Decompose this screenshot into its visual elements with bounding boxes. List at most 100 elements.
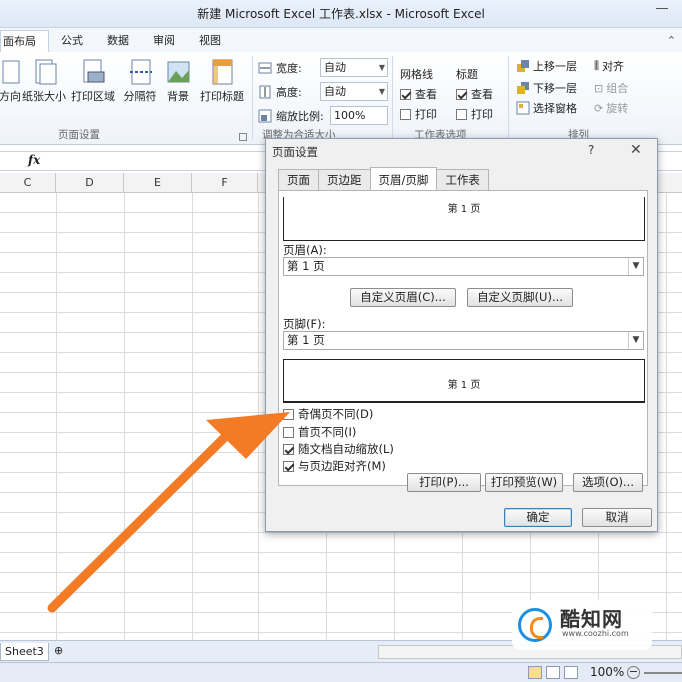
gridlines-label: 网格线 xyxy=(400,68,433,81)
option-label: 随文档自动缩放(L) xyxy=(298,442,394,456)
sheet-tab[interactable]: Sheet3 xyxy=(0,643,49,661)
gridlines-print-checkbox[interactable]: 打印 xyxy=(400,104,437,124)
print-area-icon xyxy=(83,59,105,83)
separator xyxy=(508,56,509,140)
group-label: 组合 xyxy=(606,82,629,95)
group-button[interactable]: ⊡ 组合 xyxy=(594,78,628,98)
chevron-down-icon: ▼ xyxy=(378,63,385,72)
header-value: 第 1 页 xyxy=(287,259,325,273)
headings-print-checkbox[interactable]: 打印 xyxy=(456,104,493,124)
width-icon xyxy=(258,62,272,74)
column-header-c[interactable]: C xyxy=(0,173,56,193)
tab-page-layout[interactable]: 面布局 xyxy=(0,30,49,52)
align-icon: ⫼ xyxy=(594,59,600,72)
custom-footer-button[interactable]: 自定义页脚(U)... xyxy=(467,288,573,307)
tab-sheet[interactable]: 工作表 xyxy=(436,169,489,190)
different-first-page-checkbox[interactable]: 首页不同(I) xyxy=(283,424,356,440)
column-header-e[interactable]: E xyxy=(124,173,192,193)
dialog-tabs: 页面 页边距 页眉/页脚 工作表 xyxy=(278,167,489,191)
align-label: 对齐 xyxy=(602,60,625,73)
zoom-out-icon[interactable]: − xyxy=(627,666,640,679)
checkbox-icon xyxy=(283,408,294,420)
send-backward-icon xyxy=(517,82,529,94)
tab-data[interactable]: 数据 xyxy=(95,30,141,52)
selection-pane-button[interactable]: 选择窗格 xyxy=(516,98,577,118)
page-break-view-icon[interactable] xyxy=(564,666,578,679)
header-select[interactable]: 第 1 页 ▼ xyxy=(283,257,644,276)
tab-page[interactable]: 页面 xyxy=(278,169,319,190)
page-layout-view-icon[interactable] xyxy=(546,666,560,679)
minimize-icon[interactable] xyxy=(656,8,668,9)
normal-view-icon[interactable] xyxy=(528,666,542,679)
footer-value: 第 1 页 xyxy=(287,333,325,347)
header-preview: 第 1 页 xyxy=(283,197,645,241)
height-label: 高度: xyxy=(276,86,302,99)
footer-preview: 第 1 页 xyxy=(283,359,645,403)
print-titles-button[interactable]: 打印标题 xyxy=(196,56,248,118)
rotate-button[interactable]: ⟳ 旋转 xyxy=(594,98,628,118)
separator xyxy=(392,56,393,140)
gridlines-view-checkbox[interactable]: 查看 xyxy=(400,84,437,104)
orientation-icon xyxy=(2,60,20,84)
options-button[interactable]: 选项(O)... xyxy=(573,473,643,492)
watermark: 酷知网 www.coozhi.com xyxy=(512,600,652,650)
title-bar: 新建 Microsoft Excel 工作表.xlsx - Microsoft … xyxy=(0,0,682,28)
status-bar: 100% − xyxy=(0,662,682,682)
column-gridline xyxy=(258,193,259,640)
different-odd-even-checkbox[interactable]: 奇偶页不同(D) xyxy=(283,406,373,422)
tab-review[interactable]: 审阅 xyxy=(141,30,187,52)
size-label: 纸张大小 xyxy=(22,90,66,103)
column-header-f[interactable]: F xyxy=(192,173,258,193)
height-combo[interactable]: 自动 ▼ xyxy=(320,82,388,101)
tab-formulas[interactable]: 公式 xyxy=(49,30,95,52)
ok-button[interactable]: 确定 xyxy=(504,508,572,527)
align-with-margins-checkbox[interactable]: 与页边距对齐(M) xyxy=(283,458,386,474)
scale-with-document-checkbox[interactable]: 随文档自动缩放(L) xyxy=(283,441,394,457)
tab-margins[interactable]: 页边距 xyxy=(318,169,371,190)
footer-select[interactable]: 第 1 页 ▼ xyxy=(283,331,644,350)
header-label: 页眉(A): xyxy=(283,243,327,257)
background-button[interactable]: 背景 xyxy=(156,56,200,118)
checkbox-icon xyxy=(400,88,411,100)
align-button[interactable]: ⫼ 对齐 xyxy=(594,56,624,76)
width-label: 宽度: xyxy=(276,62,302,75)
column-gridline xyxy=(192,193,193,640)
row-gridline xyxy=(0,532,682,533)
window-title: 新建 Microsoft Excel 工作表.xlsx - Microsoft … xyxy=(197,7,485,21)
zoom-slider[interactable] xyxy=(644,672,682,674)
header-footer-panel: 第 1 页 页眉(A): 第 1 页 ▼ 自定义页眉(C)... 自定义页脚(U… xyxy=(278,190,648,492)
ribbon-collapse-icon[interactable]: ⌃ xyxy=(667,34,676,47)
size-button[interactable]: 纸张大小 xyxy=(22,56,66,118)
scale-spinner[interactable]: 100% xyxy=(330,106,388,125)
tab-header-footer[interactable]: 页眉/页脚 xyxy=(369,167,438,190)
bring-forward-button[interactable]: 上移一层 xyxy=(516,56,577,76)
width-combo[interactable]: 自动 ▼ xyxy=(320,58,388,77)
print-button[interactable]: 打印(P)... xyxy=(407,473,481,492)
send-backward-button[interactable]: 下移一层 xyxy=(516,78,577,98)
custom-header-button[interactable]: 自定义页眉(C)... xyxy=(350,288,456,307)
checkbox-icon xyxy=(456,88,467,100)
bring-forward-label: 上移一层 xyxy=(533,60,577,73)
height-icon xyxy=(259,85,271,99)
function-icon[interactable]: fx xyxy=(28,153,40,167)
help-icon[interactable]: ? xyxy=(588,143,594,157)
checkbox-icon xyxy=(283,460,294,472)
cancel-button[interactable]: 取消 xyxy=(582,508,652,527)
headings-view-label: 查看 xyxy=(471,88,493,101)
print-preview-button[interactable]: 打印预览(W) xyxy=(485,473,563,492)
gridlines-print-label: 打印 xyxy=(415,108,437,121)
page-setup-launcher-icon[interactable] xyxy=(239,133,247,141)
dialog-title: 页面设置 xyxy=(272,145,318,159)
option-label: 与页边距对齐(M) xyxy=(298,459,386,473)
column-header-d[interactable]: D xyxy=(56,173,124,193)
group-icon: ⊡ xyxy=(594,81,604,95)
header-preview-text: 第 1 页 xyxy=(447,204,481,215)
option-label: 首页不同(I) xyxy=(298,425,357,439)
new-sheet-icon[interactable]: ⊕ xyxy=(54,644,63,657)
zoom-level[interactable]: 100% xyxy=(590,665,624,679)
headings-view-checkbox[interactable]: 查看 xyxy=(456,84,493,104)
print-area-button[interactable]: 打印区域 xyxy=(70,56,116,118)
width-value: 自动 xyxy=(324,61,346,74)
tab-view[interactable]: 视图 xyxy=(187,30,233,52)
close-icon[interactable]: ✕ xyxy=(630,142,642,158)
